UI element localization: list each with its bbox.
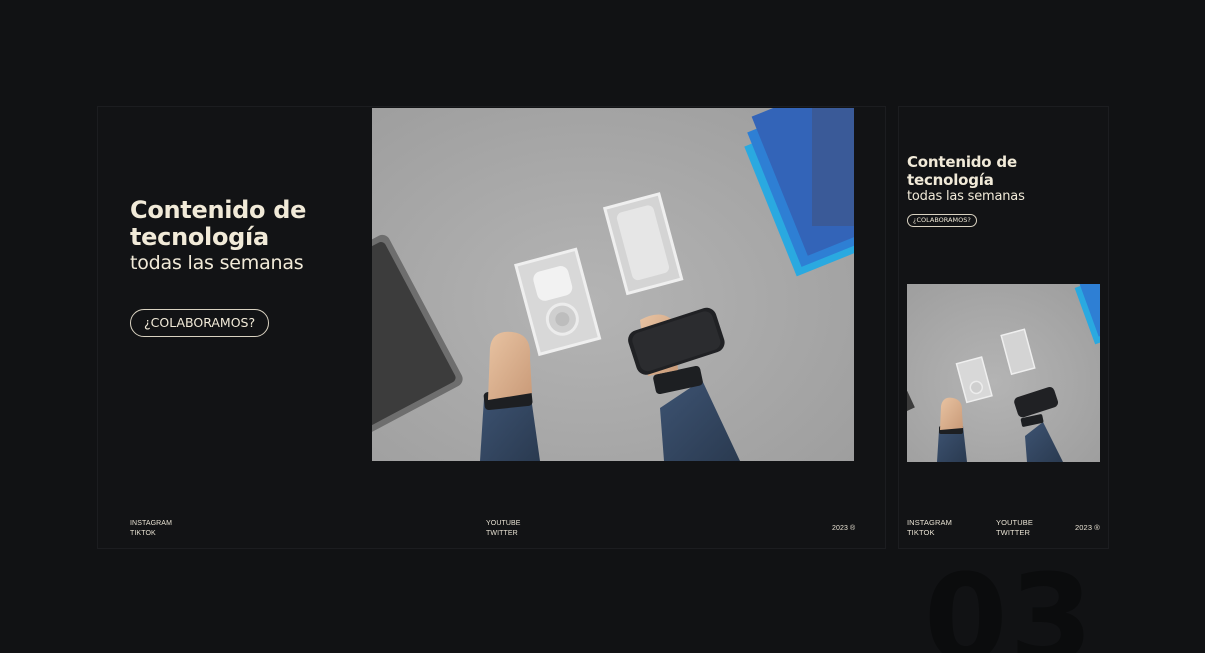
footer-mobile-year: 2023 ® [1075, 523, 1100, 532]
hero-illustration [372, 108, 854, 461]
headline: Contenido de tecnología todas las semana… [130, 197, 360, 275]
headline-mobile-line-3: todas las semanas [907, 189, 1025, 204]
headline-mobile: Contenido de tecnología todas las semana… [907, 153, 1025, 205]
headline-mobile-line-1: Contenido de [907, 153, 1017, 171]
headline-line-1: Contenido de [130, 196, 307, 224]
youtube-link-mobile[interactable]: YOUTUBE [996, 518, 1033, 528]
footer-social-center: YOUTUBE TWITTER [486, 519, 521, 539]
hands-holding-phone-icon [907, 284, 1100, 462]
tiktok-link[interactable]: TIKTOK [130, 529, 172, 539]
youtube-link[interactable]: YOUTUBE [486, 519, 521, 529]
hero-illustration-mobile [907, 284, 1100, 462]
twitter-link-mobile[interactable]: TWITTER [996, 528, 1033, 538]
collaborate-button[interactable]: ¿COLABORAMOS? [130, 309, 270, 337]
instagram-link[interactable]: INSTAGRAM [130, 519, 172, 529]
headline-line-2: tecnología [130, 223, 269, 251]
twitter-link[interactable]: TWITTER [486, 529, 521, 539]
footer-social-left: INSTAGRAM TIKTOK [130, 519, 172, 539]
mobile-banner-card: Contenido de tecnología todas las semana… [898, 106, 1109, 549]
page-canvas: 03 Contenido de tecnología todas las sem… [0, 0, 1205, 653]
desktop-banner-card: Contenido de tecnología todas las semana… [97, 106, 886, 549]
instagram-link-mobile[interactable]: INSTAGRAM [907, 518, 952, 528]
footer-mobile-social-center: YOUTUBE TWITTER [996, 518, 1033, 538]
headline-mobile-line-2: tecnología [907, 171, 994, 189]
headline-line-3: todas las semanas [130, 252, 304, 274]
tiktok-link-mobile[interactable]: TIKTOK [907, 528, 952, 538]
collaborate-button-mobile[interactable]: ¿COLABORAMOS? [907, 214, 977, 227]
footer-mobile-social-left: INSTAGRAM TIKTOK [907, 518, 952, 538]
hands-holding-phone-icon [372, 108, 854, 461]
footer-year: 2023 ® [832, 525, 856, 532]
section-number: 03 [924, 550, 1095, 653]
